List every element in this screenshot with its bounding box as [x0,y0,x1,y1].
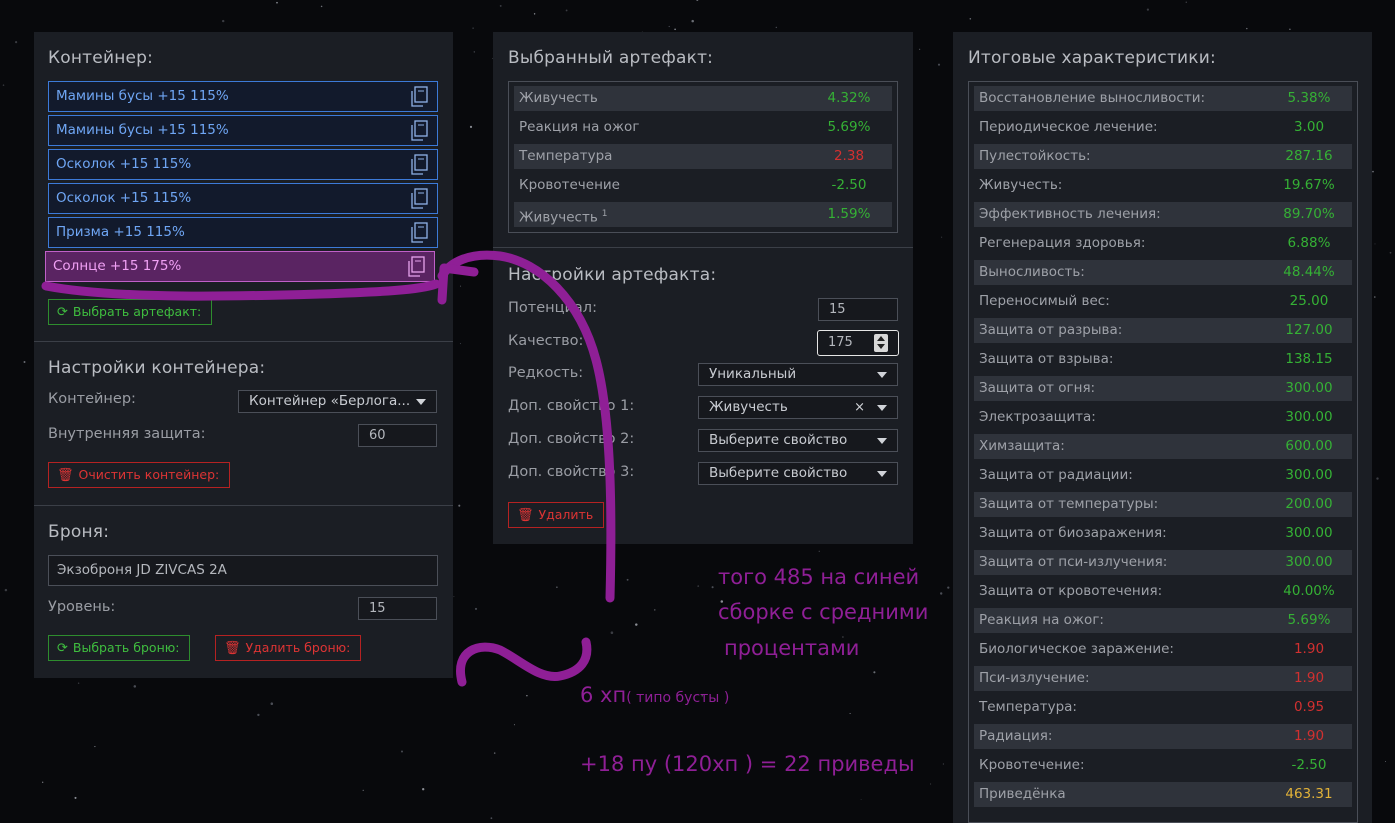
arrow-stroke [437,250,616,603]
hp-note: 6 хп( типо бусты ) [580,683,729,707]
tilde-stroke [456,637,592,687]
hp-note-main: 6 хп [580,683,627,707]
bottom-note: +18 пу (120хп ) = 22 приведы [580,752,915,776]
underline-stroke [41,279,441,301]
hp-note-sub: ( типо бусты ) [626,690,730,706]
note-line-3: процентами [724,636,860,660]
note-line-1: того 485 на синей [718,565,920,589]
arrow-head [437,263,479,305]
note-line-2: сборке с средними [718,600,929,624]
